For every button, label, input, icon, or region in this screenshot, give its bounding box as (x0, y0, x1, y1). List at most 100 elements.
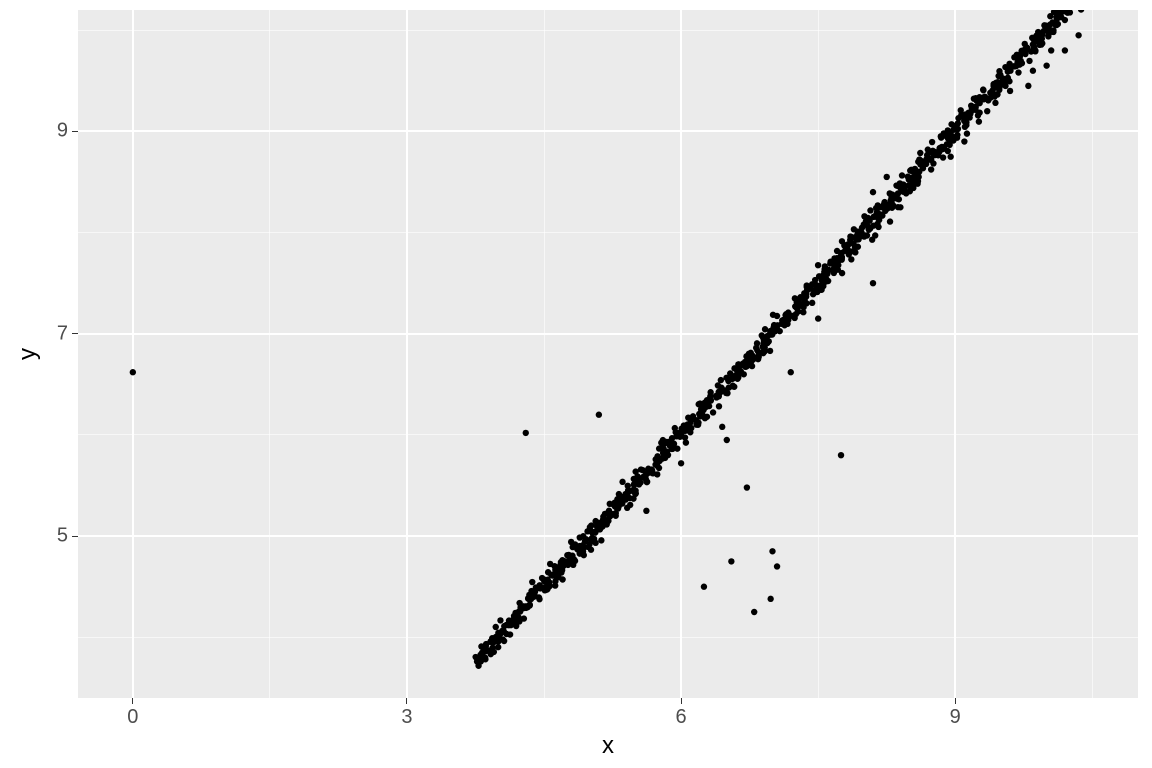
data-point (780, 317, 786, 323)
x-tick-label: 0 (127, 706, 138, 729)
data-point (760, 334, 766, 340)
data-point (654, 471, 660, 477)
data-point (1058, 14, 1064, 20)
x-axis-title: x (602, 732, 614, 760)
data-point (847, 234, 853, 240)
data-point (627, 502, 633, 508)
data-point (548, 572, 554, 578)
data-point (1007, 88, 1013, 94)
data-point (497, 617, 503, 623)
data-point (559, 576, 565, 582)
data-point (838, 452, 844, 458)
data-point (625, 483, 631, 489)
data-point (884, 174, 890, 180)
data-point (741, 371, 747, 377)
data-point (767, 596, 773, 602)
data-point (962, 115, 968, 121)
x-tick-mark (955, 698, 956, 704)
data-point (559, 557, 565, 563)
data-point (1043, 62, 1049, 68)
data-point (577, 534, 583, 540)
data-point (940, 154, 946, 160)
data-point (716, 403, 722, 409)
data-point (896, 196, 902, 202)
x-tick-label: 3 (401, 706, 412, 729)
data-point (996, 68, 1002, 74)
data-point (754, 340, 760, 346)
data-point (804, 284, 810, 290)
y-tick-label: 7 (57, 322, 68, 345)
data-point (962, 124, 968, 130)
data-point (870, 280, 876, 286)
data-point (632, 487, 638, 493)
data-point (483, 648, 489, 654)
data-point (767, 348, 773, 354)
data-point (1052, 21, 1058, 27)
data-point (704, 414, 710, 420)
data-point (1036, 31, 1042, 37)
data-point (858, 229, 864, 235)
data-point (559, 567, 565, 573)
data-point (1078, 10, 1084, 13)
data-point (769, 548, 775, 554)
data-point (839, 238, 845, 244)
data-point (845, 241, 851, 247)
data-point (774, 325, 780, 331)
data-point (500, 636, 506, 642)
data-point (1002, 83, 1008, 89)
data-point (870, 222, 876, 228)
data-point (825, 278, 831, 284)
data-point (800, 309, 806, 315)
data-point (803, 293, 809, 299)
x-tick-label: 6 (676, 706, 687, 729)
data-point (881, 201, 887, 207)
data-point (867, 207, 873, 213)
data-point (707, 389, 713, 395)
y-tick-mark (72, 333, 78, 334)
data-point (764, 340, 770, 346)
data-point (598, 519, 604, 525)
data-point (958, 107, 964, 113)
data-point (571, 556, 577, 562)
plot-panel (78, 10, 1138, 698)
data-point (613, 513, 619, 519)
data-point (791, 315, 797, 321)
data-point (821, 266, 827, 272)
data-point (728, 558, 734, 564)
data-point (493, 624, 499, 630)
data-point (1024, 44, 1030, 50)
data-point (744, 484, 750, 490)
data-point (774, 563, 780, 569)
data-point (831, 255, 837, 261)
data-point (687, 419, 693, 425)
x-tick-mark (132, 698, 133, 704)
data-point (481, 655, 487, 661)
y-tick-mark (72, 536, 78, 537)
data-point (523, 430, 529, 436)
data-point (544, 582, 550, 588)
data-point (1015, 69, 1021, 75)
data-point (588, 547, 594, 553)
data-point (619, 479, 625, 485)
data-point (815, 262, 821, 268)
data-point (969, 105, 975, 111)
data-point (710, 409, 716, 415)
data-point (870, 189, 876, 195)
data-point (788, 369, 794, 375)
data-point (718, 377, 724, 383)
y-tick-label: 9 (57, 120, 68, 143)
data-point (912, 166, 918, 172)
data-point (774, 313, 780, 319)
data-point (761, 348, 767, 354)
data-point (725, 378, 731, 384)
data-point (580, 548, 586, 554)
data-point (973, 98, 979, 104)
data-point (915, 174, 921, 180)
scatter-points (78, 10, 1138, 698)
data-point (130, 369, 136, 375)
data-point (980, 86, 986, 92)
data-point (580, 542, 586, 548)
data-point (809, 300, 815, 306)
x-tick-label: 9 (950, 706, 961, 729)
data-point (1019, 60, 1025, 66)
